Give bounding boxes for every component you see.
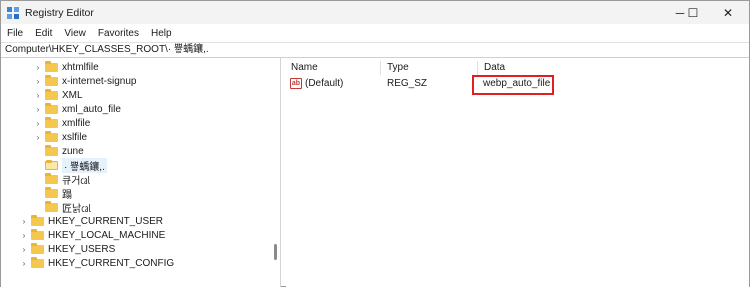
- scrollbar-thumb[interactable]: [274, 244, 277, 260]
- folder-icon: [45, 200, 58, 212]
- highlight-annotation-box: [472, 75, 554, 95]
- close-button[interactable]: ✕: [711, 1, 745, 24]
- value-type: REG_SZ: [387, 78, 428, 89]
- chevron-right-icon[interactable]: ›: [19, 256, 29, 270]
- tree-item[interactable]: › xmlfile: [1, 116, 269, 130]
- key-tree-pane[interactable]: › xhtmlfile › x-internet-signup › XML › …: [1, 58, 281, 287]
- chevron-right-icon[interactable]: ›: [33, 116, 43, 130]
- tree-item-label: · 쁗蝺鑲,.: [62, 157, 107, 173]
- string-value-icon: ab: [290, 78, 302, 89]
- menu-view[interactable]: View: [58, 28, 92, 39]
- close-icon: ✕: [722, 5, 734, 20]
- tree-item-hive[interactable]: › HKEY_USERS: [1, 242, 269, 256]
- folder-icon: [31, 214, 44, 226]
- tree-item-label: 匠낡㎈: [62, 203, 92, 215]
- menu-bar: File Edit View Favorites Help: [1, 24, 749, 42]
- tree-expander-empty: [33, 172, 43, 186]
- maximize-icon: ☐: [687, 5, 699, 20]
- tree-item-hive[interactable]: › HKEY_LOCAL_MACHINE: [1, 228, 269, 242]
- chevron-right-icon[interactable]: ›: [33, 88, 43, 102]
- chevron-right-icon[interactable]: ›: [33, 130, 43, 144]
- tree-expander-empty: [33, 158, 43, 172]
- column-header-type[interactable]: Type: [382, 61, 478, 75]
- menu-favorites[interactable]: Favorites: [92, 28, 145, 39]
- tree-item[interactable]: › x-internet-signup: [1, 74, 269, 88]
- tree-scrollbar[interactable]: [271, 58, 279, 287]
- registry-editor-app-icon: [7, 7, 19, 19]
- tree-item[interactable]: › xslfile: [1, 130, 269, 144]
- tree-expander-empty: [33, 200, 43, 214]
- column-header-name[interactable]: Name: [286, 61, 381, 75]
- tree-item-label: HKEY_LOCAL_MACHINE: [48, 229, 166, 241]
- chevron-right-icon[interactable]: ›: [33, 102, 43, 116]
- chevron-right-icon[interactable]: ›: [19, 214, 29, 228]
- chevron-right-icon[interactable]: ›: [33, 60, 43, 74]
- tree-expander-empty: [33, 144, 43, 158]
- tree-item-selected[interactable]: · 쁗蝺鑲,.: [1, 157, 269, 173]
- chevron-right-icon[interactable]: ›: [19, 242, 29, 256]
- column-header-data[interactable]: Data: [479, 61, 629, 75]
- folder-icon: [45, 130, 58, 142]
- tree-item[interactable]: 큐거㎈: [1, 172, 269, 187]
- tree-item[interactable]: › XML: [1, 88, 269, 102]
- address-bar[interactable]: Computer\HKEY_CLASSES_ROOT\· 쁗蝺鑲,.: [1, 42, 749, 58]
- menu-file[interactable]: File: [1, 28, 29, 39]
- tree-item-label: 蹋: [62, 189, 72, 201]
- tree-item-label: 큐거㎈: [62, 175, 91, 187]
- chevron-right-icon[interactable]: ›: [33, 74, 43, 88]
- folder-icon: [45, 60, 58, 72]
- tree-item-hive[interactable]: › HKEY_CURRENT_CONFIG: [1, 256, 269, 270]
- tree-item[interactable]: › xhtmlfile: [1, 60, 269, 74]
- tree-item-label: xslfile: [62, 131, 88, 143]
- folder-icon: [45, 186, 58, 198]
- folder-icon: [45, 172, 58, 184]
- tree-item-label: xmlfile: [62, 117, 91, 129]
- menu-edit[interactable]: Edit: [29, 28, 58, 39]
- tree-item-label: x-internet-signup: [62, 75, 137, 87]
- folder-icon: [31, 242, 44, 254]
- title-bar: Registry Editor ─ ☐ ✕: [1, 1, 749, 24]
- tree-expander-empty: [33, 186, 43, 200]
- tree-item[interactable]: 蹋: [1, 186, 269, 201]
- tree-item-label: xml_auto_file: [62, 103, 121, 115]
- tree-item-hive[interactable]: › HKEY_CURRENT_USER: [1, 214, 269, 228]
- chevron-right-icon[interactable]: ›: [19, 228, 29, 242]
- tree-item[interactable]: 匠낡㎈: [1, 200, 269, 215]
- tree-item-label: xhtmlfile: [62, 61, 99, 73]
- value-name: (Default): [305, 78, 344, 89]
- tree-item-label: HKEY_CURRENT_CONFIG: [48, 257, 175, 269]
- menu-help[interactable]: Help: [145, 28, 178, 39]
- tree-item[interactable]: › xml_auto_file: [1, 102, 269, 116]
- folder-icon: [31, 256, 44, 268]
- folder-icon: [45, 74, 58, 86]
- tree-item-label: HKEY_CURRENT_USER: [48, 215, 164, 227]
- folder-icon: [45, 116, 58, 128]
- folder-icon: [31, 228, 44, 240]
- open-folder-icon: [45, 159, 58, 170]
- folder-icon: [45, 102, 58, 114]
- tree-item-label: XML: [62, 89, 83, 101]
- tree-item-label: HKEY_USERS: [48, 243, 116, 255]
- registry-editor-window: Registry Editor ─ ☐ ✕ File Edit View Fav…: [0, 0, 750, 287]
- maximize-button[interactable]: ☐: [676, 1, 710, 24]
- folder-icon: [45, 144, 58, 156]
- values-list-pane[interactable]: Name Type Data ab (Default) REG_SZ webp_…: [286, 58, 749, 287]
- tree-item-label: zune: [62, 145, 84, 157]
- tree-item[interactable]: zune: [1, 144, 269, 158]
- window-title: Registry Editor: [25, 7, 94, 19]
- folder-icon: [45, 88, 58, 100]
